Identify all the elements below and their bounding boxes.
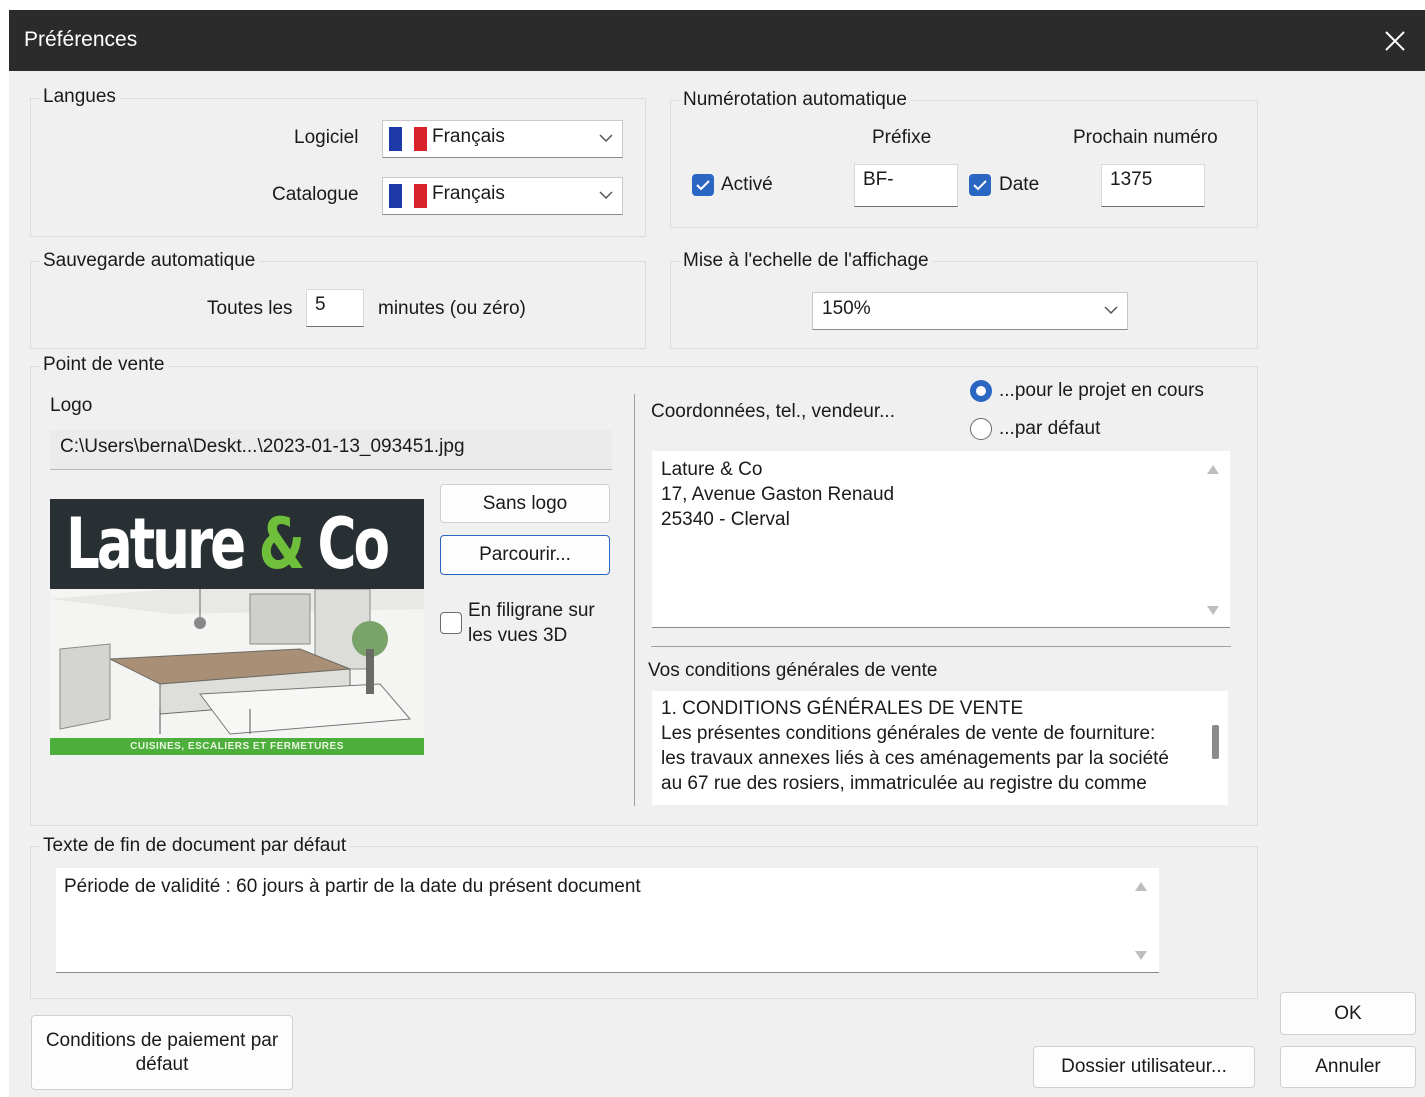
french-flag-icon: [389, 127, 428, 151]
logo-brand-text: Lature & Co: [66, 503, 390, 585]
radio-par-defaut[interactable]: [970, 418, 992, 440]
conditions-paiement-line1: Conditions de paiement par: [45, 1029, 279, 1051]
filigrane-checkbox[interactable]: [440, 612, 462, 634]
sauvegarde-legend: Sauvegarde automatique: [39, 250, 260, 272]
logo-path: C:\Users\berna\Deskt...\2023-01-13_09345…: [50, 430, 612, 470]
kitchen-sketch-image: [50, 589, 424, 738]
catalogue-label: Catalogue: [272, 184, 359, 205]
scroll-up-arrow[interactable]: [1207, 465, 1219, 474]
prefixe-field[interactable]: BF-: [854, 164, 958, 207]
catalogue-language-value: Français: [432, 183, 505, 204]
coordonnees-line: Lature & Co: [661, 459, 763, 480]
scrollbar-thumb[interactable]: [1212, 725, 1219, 759]
vertical-divider: [634, 394, 635, 806]
ok-button[interactable]: OK: [1280, 992, 1416, 1035]
scroll-down-arrow[interactable]: [1135, 951, 1147, 960]
radio-projet-en-cours[interactable]: [970, 380, 992, 402]
prochain-numero-field[interactable]: 1375: [1101, 164, 1205, 207]
chevron-down-icon: [1104, 306, 1118, 315]
echelle-select[interactable]: 150%: [812, 292, 1128, 330]
radio-projet-label: ...pour le projet en cours: [999, 380, 1204, 401]
radio-defaut-label: ...par défaut: [999, 418, 1101, 439]
cgv-line: au 67 rue des rosiers, immatriculée au r…: [661, 773, 1147, 794]
prochain-numero-header: Prochain numéro: [1073, 127, 1218, 148]
scroll-down-arrow[interactable]: [1207, 606, 1219, 615]
cgv-line: Les présentes conditions générales de ve…: [661, 723, 1156, 744]
preferences-dialog: Préférences Langues Logiciel Français Ca…: [9, 10, 1425, 1097]
checkmark-icon: [973, 180, 987, 191]
toutes-les-label: Toutes les: [207, 298, 293, 319]
echelle-value: 150%: [822, 298, 871, 319]
checkmark-icon: [696, 180, 710, 191]
coordonnees-line: 25340 - Clerval: [661, 509, 790, 530]
point-de-vente-legend: Point de vente: [39, 354, 169, 376]
langues-legend: Langues: [39, 86, 120, 108]
cgv-label: Vos conditions générales de vente: [648, 660, 938, 681]
logiciel-language-select[interactable]: Français: [382, 120, 623, 158]
cgv-line: les travaux annexes liés à ces aménageme…: [661, 748, 1169, 769]
scroll-up-arrow[interactable]: [1135, 882, 1147, 891]
prefixe-header: Préfixe: [872, 127, 932, 148]
active-checkbox[interactable]: [692, 174, 714, 196]
logiciel-label: Logiciel: [294, 127, 359, 148]
conditions-paiement-button[interactable]: Conditions de paiement par défaut: [31, 1015, 293, 1090]
filigrane-label-line2: les vues 3D: [468, 625, 568, 646]
active-label: Activé: [721, 174, 773, 195]
date-checkbox[interactable]: [969, 174, 991, 196]
title-bar: Préférences: [9, 10, 1425, 71]
logo-preview: Lature & Co CUISINES, ESCALIERS ET FERME…: [50, 499, 424, 755]
numerotation-legend: Numérotation automatique: [679, 89, 911, 111]
parcourir-button[interactable]: Parcourir...: [440, 535, 610, 575]
minutes-field[interactable]: 5: [306, 289, 364, 327]
coordonnees-label: Coordonnées, tel., vendeur...: [651, 401, 895, 422]
minutes-label: minutes (ou zéro): [378, 298, 526, 319]
catalogue-language-select[interactable]: Français: [382, 177, 623, 215]
logo-banner: Lature & Co: [50, 499, 424, 589]
coordonnees-line: 17, Avenue Gaston Renaud: [661, 484, 895, 505]
cgv-textarea[interactable]: 1. CONDITIONS GÉNÉRALES DE VENTE Les pré…: [652, 691, 1228, 805]
echelle-legend: Mise à l'echelle de l'affichage: [679, 250, 933, 272]
fin-document-text: Période de validité : 60 jours à partir …: [64, 876, 641, 897]
conditions-paiement-line2: défaut: [135, 1053, 189, 1075]
chevron-down-icon: [599, 134, 613, 143]
fin-document-legend: Texte de fin de document par défaut: [39, 835, 351, 857]
horizontal-divider: [651, 646, 1231, 647]
logo-tagline: CUISINES, ESCALIERS ET FERMETURES: [50, 738, 424, 755]
annuler-button[interactable]: Annuler: [1280, 1046, 1416, 1088]
window-title: Préférences: [24, 28, 138, 51]
langues-group: [30, 98, 646, 237]
date-label: Date: [999, 174, 1040, 195]
french-flag-icon: [389, 184, 428, 208]
close-icon: [1385, 30, 1405, 51]
filigrane-label-line1: En filigrane sur: [468, 600, 595, 621]
coordonnees-textarea[interactable]: Lature & Co 17, Avenue Gaston Renaud 253…: [652, 451, 1230, 628]
close-button[interactable]: [1365, 10, 1425, 71]
fin-document-textarea[interactable]: Période de validité : 60 jours à partir …: [56, 868, 1159, 973]
sans-logo-button[interactable]: Sans logo: [440, 484, 610, 523]
logo-label: Logo: [50, 395, 93, 416]
cgv-line: 1. CONDITIONS GÉNÉRALES DE VENTE: [661, 698, 1024, 719]
logiciel-language-value: Français: [432, 126, 505, 147]
chevron-down-icon: [599, 191, 613, 200]
dossier-utilisateur-button[interactable]: Dossier utilisateur...: [1033, 1046, 1255, 1088]
